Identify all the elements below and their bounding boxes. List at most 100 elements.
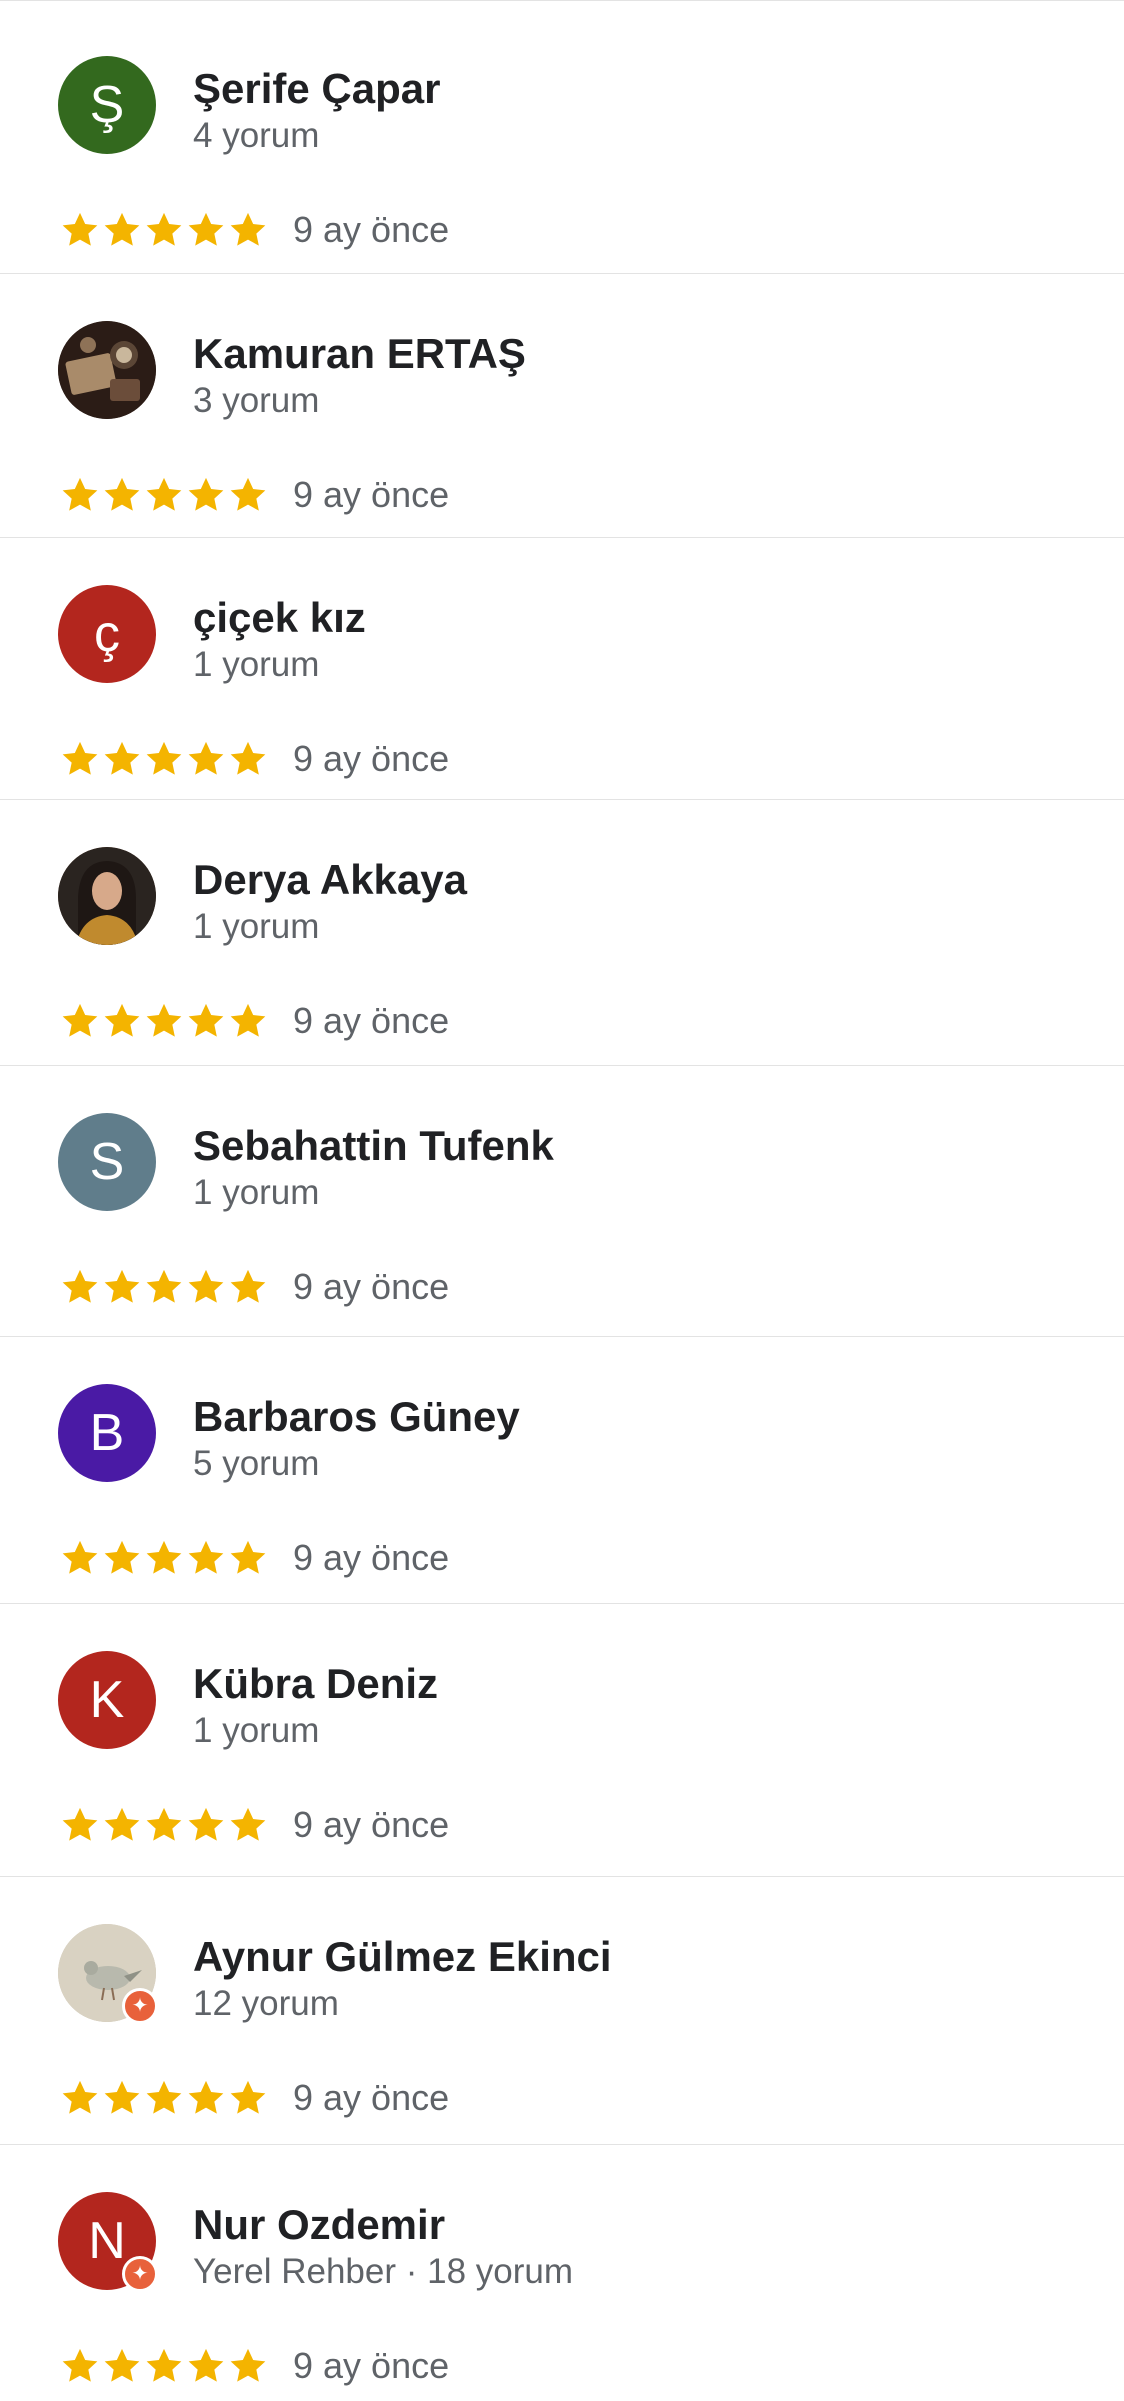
star-icon	[188, 741, 224, 775]
avatar-letter: K	[89, 1671, 125, 1729]
star-rating	[60, 2346, 268, 2386]
avatar[interactable]: B	[58, 1384, 156, 1482]
review-time: 9 ay önce	[293, 2345, 450, 2386]
review-count: Yerel Rehber · 18 yorum	[193, 2252, 574, 2291]
rating-row: 9 ay önce	[60, 2345, 449, 2387]
review-count: 1 yorum	[193, 1173, 320, 1212]
star-rating	[60, 739, 268, 779]
rating-row: 9 ay önce	[60, 2077, 449, 2119]
star-icon	[146, 477, 182, 511]
star-icon	[230, 1540, 266, 1574]
avatar-letter: Ş	[89, 76, 125, 134]
avatar[interactable]: N ✦	[58, 2192, 158, 2292]
reviewer-name[interactable]: Derya Akkaya	[193, 856, 467, 904]
star-icon	[62, 1003, 98, 1037]
avatar[interactable]	[58, 321, 156, 419]
review-count: 1 yorum	[193, 1711, 320, 1750]
review-count: 5 yorum	[193, 1444, 320, 1483]
reviewer-name[interactable]: çiçek kız	[193, 594, 366, 642]
reviewer-name[interactable]: Barbaros Güney	[193, 1393, 520, 1441]
star-rating	[60, 475, 268, 515]
star-rating	[60, 1001, 268, 1041]
avatar[interactable]: Ş	[58, 56, 156, 154]
star-icon	[188, 477, 224, 511]
reviewer-name[interactable]: Kübra Deniz	[193, 1660, 438, 1708]
avatar[interactable]: ✦	[58, 1924, 158, 2024]
star-icon	[188, 1003, 224, 1037]
star-icon	[104, 741, 140, 775]
review-count: 1 yorum	[193, 645, 320, 684]
rating-row: 9 ay önce	[60, 1000, 449, 1042]
avatar[interactable]: ç	[58, 585, 156, 683]
star-icon	[62, 2080, 98, 2114]
star-icon	[230, 212, 266, 246]
rating-row: 9 ay önce	[60, 1266, 449, 1308]
avatar-letter: S	[89, 1133, 125, 1191]
star-icon	[230, 2348, 266, 2382]
star-icon	[230, 1269, 266, 1303]
review-item: Derya Akkaya 1 yorum 9 ay önce	[0, 800, 1124, 1066]
avatar-letter: N	[88, 2212, 126, 2270]
star-icon	[188, 2080, 224, 2114]
star-icon	[146, 212, 182, 246]
star-icon	[230, 2080, 266, 2114]
rating-row: 9 ay önce	[60, 1804, 449, 1846]
star-icon	[62, 1540, 98, 1574]
star-icon	[146, 2348, 182, 2382]
star-icon	[230, 1807, 266, 1841]
star-icon	[104, 1003, 140, 1037]
review-count: 1 yorum	[193, 907, 320, 946]
avatar-photo	[58, 847, 156, 945]
rating-row: 9 ay önce	[60, 1537, 449, 1579]
avatar-photo	[58, 321, 156, 419]
star-icon	[104, 477, 140, 511]
reviewer-name[interactable]: Şerife Çapar	[193, 65, 440, 113]
rating-row: 9 ay önce	[60, 738, 449, 780]
avatar[interactable]: K	[58, 1651, 156, 1749]
star-icon	[188, 212, 224, 246]
star-icon	[62, 1269, 98, 1303]
star-icon	[230, 1003, 266, 1037]
review-item: N ✦ Nur Ozdemir Yerel Rehber · 18 yorum …	[0, 2145, 1124, 2401]
review-time: 9 ay önce	[293, 1804, 450, 1845]
star-icon	[104, 1269, 140, 1303]
avatar-letter: B	[89, 1404, 125, 1462]
review-item: ✦ Aynur Gülmez Ekinci 12 yorum 9 ay önce	[0, 1877, 1124, 2145]
reviewer-name[interactable]: Kamuran ERTAŞ	[193, 330, 526, 378]
review-item: K Kübra Deniz 1 yorum 9 ay önce	[0, 1604, 1124, 1877]
review-time: 9 ay önce	[293, 1537, 450, 1578]
avatar[interactable]: S	[58, 1113, 156, 1211]
star-icon	[104, 212, 140, 246]
review-item: ç çiçek kız 1 yorum 9 ay önce	[0, 538, 1124, 800]
star-icon	[146, 1540, 182, 1574]
review-item: B Barbaros Güney 5 yorum 9 ay önce	[0, 1337, 1124, 1604]
review-time: 9 ay önce	[293, 1000, 450, 1041]
star-icon	[146, 1269, 182, 1303]
star-icon	[104, 1540, 140, 1574]
star-rating	[60, 210, 268, 250]
review-time: 9 ay önce	[293, 1266, 450, 1307]
star-icon	[62, 212, 98, 246]
star-icon	[62, 741, 98, 775]
reviewer-name[interactable]: Sebahattin Tufenk	[193, 1122, 554, 1170]
avatar[interactable]	[58, 847, 156, 945]
reviews-list: Ş Şerife Çapar 4 yorum 9 ay önce Kamuran…	[0, 0, 1124, 2400]
star-icon	[146, 2080, 182, 2114]
star-icon	[146, 1807, 182, 1841]
star-rating	[60, 1538, 268, 1578]
review-time: 9 ay önce	[293, 738, 450, 779]
star-icon	[230, 741, 266, 775]
review-item: S Sebahattin Tufenk 1 yorum 9 ay önce	[0, 1066, 1124, 1337]
star-icon	[62, 477, 98, 511]
local-guide-badge-icon: ✦	[122, 2256, 158, 2292]
star-rating	[60, 2078, 268, 2118]
rating-row: 9 ay önce	[60, 209, 449, 251]
star-icon	[62, 2348, 98, 2382]
reviewer-name[interactable]: Aynur Gülmez Ekinci	[193, 1933, 612, 1981]
reviewer-name[interactable]: Nur Ozdemir	[193, 2201, 445, 2249]
review-item: Kamuran ERTAŞ 3 yorum 9 ay önce	[0, 274, 1124, 538]
rating-row: 9 ay önce	[60, 474, 449, 516]
star-icon	[230, 477, 266, 511]
local-guide-badge-icon: ✦	[122, 1988, 158, 2024]
review-time: 9 ay önce	[293, 2077, 450, 2118]
